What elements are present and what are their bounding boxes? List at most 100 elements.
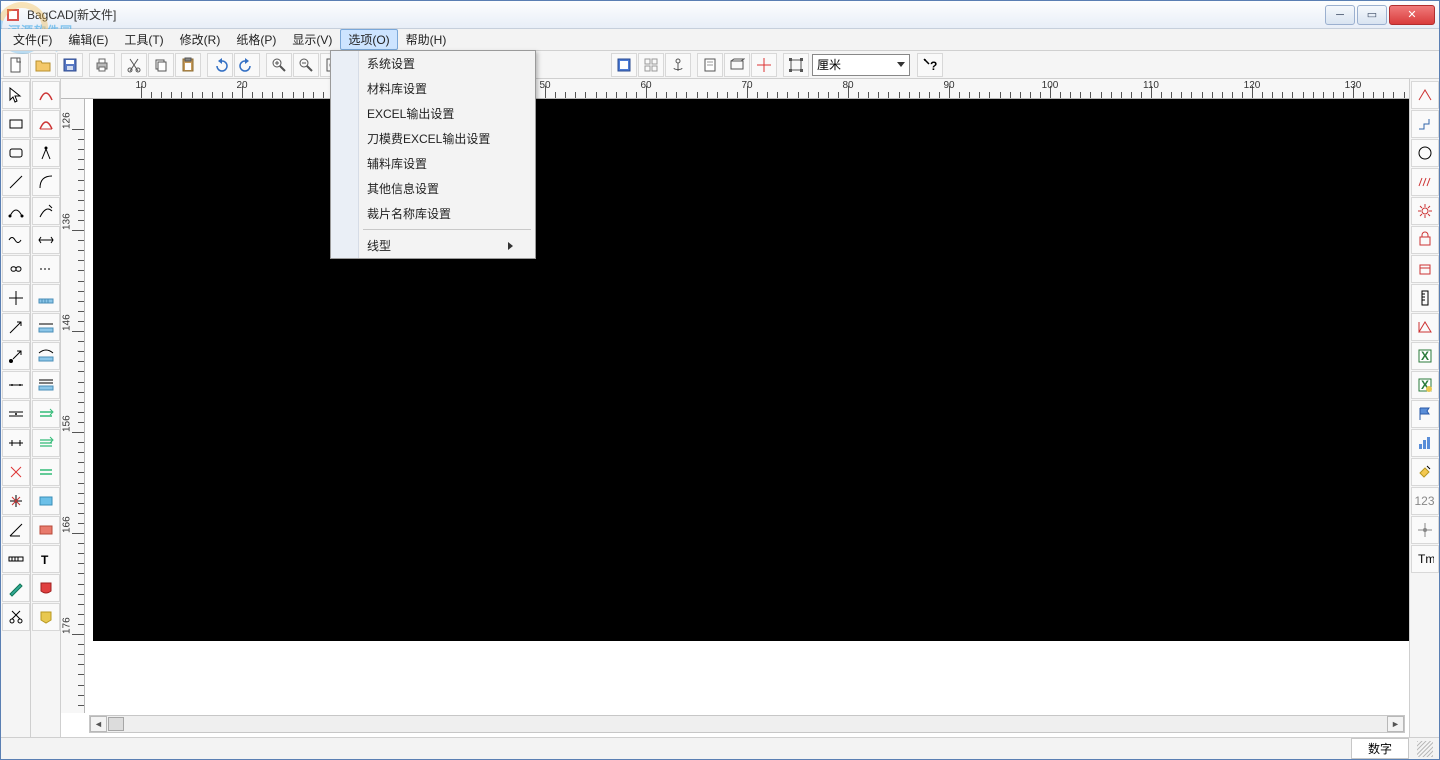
- rtool-tri-red[interactable]: [1411, 313, 1439, 341]
- tool-text[interactable]: T: [32, 545, 60, 573]
- rtool-bag2[interactable]: [1411, 255, 1439, 283]
- tool-cut2[interactable]: [2, 603, 30, 631]
- rtool-ruler-v[interactable]: [1411, 284, 1439, 312]
- tool-scissor[interactable]: [2, 487, 30, 515]
- tool-anchor-icon[interactable]: [665, 53, 691, 77]
- rtool-circle[interactable]: [1411, 139, 1439, 167]
- menu-options[interactable]: 选项(O): [340, 29, 397, 50]
- dd-system-settings[interactable]: 系统设置: [331, 51, 535, 76]
- tool-eq3[interactable]: [32, 458, 60, 486]
- tool-seam3[interactable]: [2, 429, 30, 457]
- unit-select[interactable]: 厘米: [812, 54, 910, 76]
- dd-other-info[interactable]: 其他信息设置: [331, 176, 535, 201]
- tool-rect-round[interactable]: [2, 139, 30, 167]
- canvas[interactable]: [85, 99, 1409, 713]
- tool-infinity[interactable]: [2, 255, 30, 283]
- tool-dash[interactable]: [32, 255, 60, 283]
- rtool-target[interactable]: [1411, 516, 1439, 544]
- tool-cut[interactable]: [121, 53, 147, 77]
- tool-ruler-b2[interactable]: [32, 313, 60, 341]
- dd-material-lib[interactable]: 材料库设置: [331, 76, 535, 101]
- rtool-gear[interactable]: [1411, 197, 1439, 225]
- rtool-excel2[interactable]: X: [1411, 371, 1439, 399]
- tool-ruler-b1[interactable]: [32, 284, 60, 312]
- tool-page-icon[interactable]: [611, 53, 637, 77]
- tool-cross[interactable]: [2, 458, 30, 486]
- menu-pattern[interactable]: 纸格(P): [228, 29, 284, 50]
- rtool-flag[interactable]: [1411, 400, 1439, 428]
- tool-curve-slash[interactable]: [32, 197, 60, 225]
- rtool-bars[interactable]: [1411, 429, 1439, 457]
- dd-diemold-excel[interactable]: 刀模费EXCEL输出设置: [331, 126, 535, 151]
- tool-tag-red[interactable]: [32, 516, 60, 544]
- rtool-tm[interactable]: Tm: [1411, 545, 1439, 573]
- tool-zoom-in[interactable]: [266, 53, 292, 77]
- menu-edit[interactable]: 编辑(E): [60, 29, 116, 50]
- rtool-tri-up[interactable]: [1411, 81, 1439, 109]
- tool-bbox-icon[interactable]: [783, 53, 809, 77]
- rtool-excel[interactable]: X: [1411, 342, 1439, 370]
- minimize-button[interactable]: ─: [1325, 5, 1355, 25]
- tool-arc2[interactable]: [32, 110, 60, 138]
- tool-brush[interactable]: [2, 574, 30, 602]
- dd-linetype[interactable]: 线型: [331, 233, 535, 258]
- tool-copy[interactable]: [148, 53, 174, 77]
- close-button[interactable]: ✕: [1389, 5, 1435, 25]
- tool-seam1[interactable]: [2, 371, 30, 399]
- maximize-button[interactable]: ▭: [1357, 5, 1387, 25]
- dd-excel-output[interactable]: EXCEL输出设置: [331, 101, 535, 126]
- tool-shape-red[interactable]: [32, 574, 60, 602]
- tool-crosshair-icon[interactable]: [751, 53, 777, 77]
- tool-save[interactable]: [57, 53, 83, 77]
- tool-ruler-b4[interactable]: [32, 371, 60, 399]
- tool-seam2[interactable]: [2, 400, 30, 428]
- rtool-step[interactable]: [1411, 110, 1439, 138]
- menu-modify[interactable]: 修改(R): [172, 29, 229, 50]
- tool-arrow-out[interactable]: [2, 313, 30, 341]
- tool-angle[interactable]: [2, 516, 30, 544]
- tool-open[interactable]: [30, 53, 56, 77]
- tool-arrow-lr[interactable]: [32, 226, 60, 254]
- tool-paste[interactable]: [175, 53, 201, 77]
- tool-eq2[interactable]: [32, 429, 60, 457]
- menu-help[interactable]: 帮助(H): [398, 29, 455, 50]
- tool-frame-icon[interactable]: [724, 53, 750, 77]
- tool-print[interactable]: [89, 53, 115, 77]
- tool-grid-icon[interactable]: [638, 53, 664, 77]
- rtool-numeric[interactable]: 123: [1411, 487, 1439, 515]
- horizontal-scrollbar[interactable]: ◄ ►: [89, 715, 1405, 733]
- tool-axis[interactable]: [2, 284, 30, 312]
- scroll-left-button[interactable]: ◄: [90, 716, 107, 732]
- scroll-thumb[interactable]: [108, 717, 124, 731]
- tool-curve-edit[interactable]: [2, 197, 30, 225]
- rtool-paint[interactable]: [1411, 458, 1439, 486]
- menu-file[interactable]: 文件(F): [5, 29, 60, 50]
- dd-piece-name-lib[interactable]: 裁片名称库设置: [331, 201, 535, 226]
- tool-doc-icon[interactable]: [697, 53, 723, 77]
- tool-dot-arrow[interactable]: [2, 342, 30, 370]
- rtool-hatch[interactable]: [1411, 168, 1439, 196]
- tool-pointer[interactable]: [2, 81, 30, 109]
- tool-tag[interactable]: [32, 487, 60, 515]
- tool-new[interactable]: [3, 53, 29, 77]
- tool-rect[interactable]: [2, 110, 30, 138]
- resize-grip[interactable]: [1417, 741, 1433, 757]
- tool-redo[interactable]: [234, 53, 260, 77]
- tool-zoom-out[interactable]: [293, 53, 319, 77]
- tool-wave[interactable]: [2, 226, 30, 254]
- tool-measure[interactable]: [2, 545, 30, 573]
- tool-context-help[interactable]: ?: [917, 53, 943, 77]
- tool-arc[interactable]: [32, 81, 60, 109]
- tool-eq1[interactable]: [32, 400, 60, 428]
- rtool-bag[interactable]: [1411, 226, 1439, 254]
- tool-line[interactable]: [2, 168, 30, 196]
- tool-undo[interactable]: [207, 53, 233, 77]
- dd-accessory-lib[interactable]: 辅料库设置: [331, 151, 535, 176]
- tool-ruler-b3[interactable]: [32, 342, 60, 370]
- tool-shape-yellow[interactable]: [32, 603, 60, 631]
- tool-compass[interactable]: [32, 139, 60, 167]
- menu-tools[interactable]: 工具(T): [116, 29, 171, 50]
- scroll-right-button[interactable]: ►: [1387, 716, 1404, 732]
- tool-curve2[interactable]: [32, 168, 60, 196]
- menu-view[interactable]: 显示(V): [284, 29, 340, 50]
